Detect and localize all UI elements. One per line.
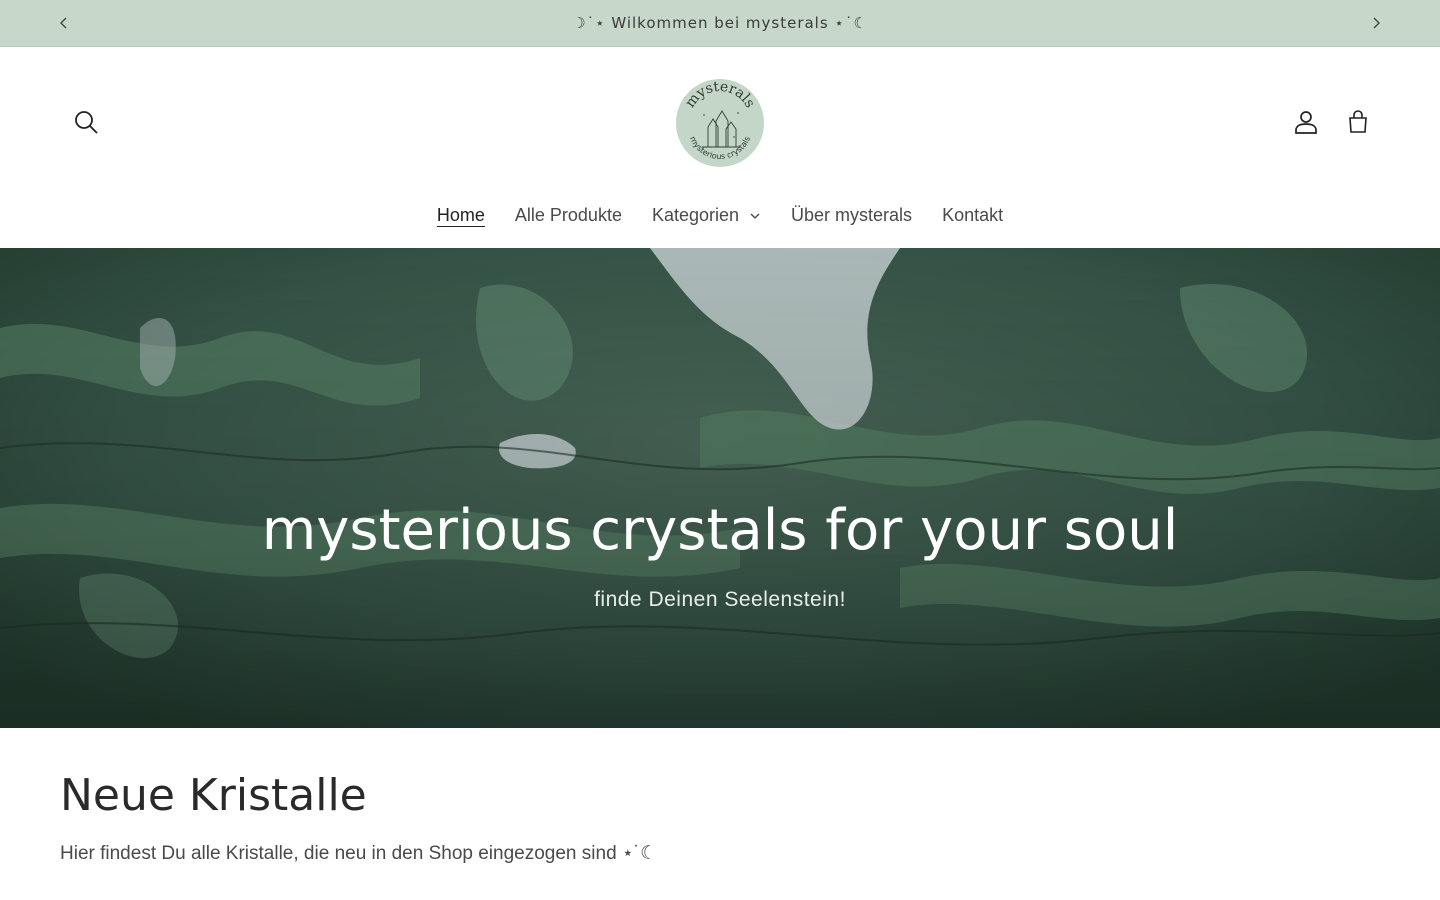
hero-title: mysterious crystals for your soul (261, 498, 1179, 563)
hero-overlay (0, 248, 1440, 728)
chevron-left-icon (60, 17, 67, 29)
svg-text:mysterious crystals: mysterious crystals (688, 135, 752, 161)
site-header: mysterals mysterious crystals Home Alle … (0, 47, 1440, 247)
cart-icon (1349, 110, 1367, 133)
user-icon (1295, 111, 1317, 134)
section-title: Neue Kristalle (60, 770, 367, 821)
svg-text:mysterals: mysterals (682, 79, 758, 111)
new-crystals-section: Neue Kristalle Hier findest Du alle Kris… (0, 728, 1440, 900)
announcement-text: ☽˙⋆ Wilkommen bei mysterals ⋆˙☾ (572, 14, 868, 32)
announcement-bar: ☽˙⋆ Wilkommen bei mysterals ⋆˙☾ (0, 0, 1440, 47)
chevron-right-icon (1373, 17, 1380, 29)
site-logo[interactable]: mysterals mysterious crystals (672, 75, 768, 171)
hero-banner: mysterious crystals for your soul finde … (0, 248, 1440, 728)
section-description: Hier findest Du alle Kristalle, die neu … (60, 843, 658, 864)
nav-item-kategorien-label: Kategorien (651, 205, 740, 225)
nav-item-home[interactable]: Home (422, 195, 500, 236)
nav-item-kategorien[interactable]: Kategorien (637, 195, 776, 236)
crystal-logo-icon: mysterals mysterious crystals (682, 79, 758, 161)
search-button[interactable] (64, 100, 108, 144)
hero-subtitle: finde Deinen Seelenstein! (594, 588, 846, 611)
account-button[interactable] (1284, 100, 1328, 144)
chevron-down-icon (750, 213, 760, 219)
nav-item-kontakt[interactable]: Kontakt (927, 195, 1018, 236)
cart-button[interactable] (1336, 100, 1380, 144)
main-nav: Home Alle Produkte Kategorien Über myste… (0, 195, 1440, 236)
search-icon (75, 111, 98, 134)
announcement-next-button[interactable] (1365, 12, 1387, 34)
announcement-prev-button[interactable] (53, 12, 75, 34)
nav-item-ueber[interactable]: Über mysterals (776, 195, 927, 236)
nav-item-alle-produkte[interactable]: Alle Produkte (500, 195, 637, 236)
